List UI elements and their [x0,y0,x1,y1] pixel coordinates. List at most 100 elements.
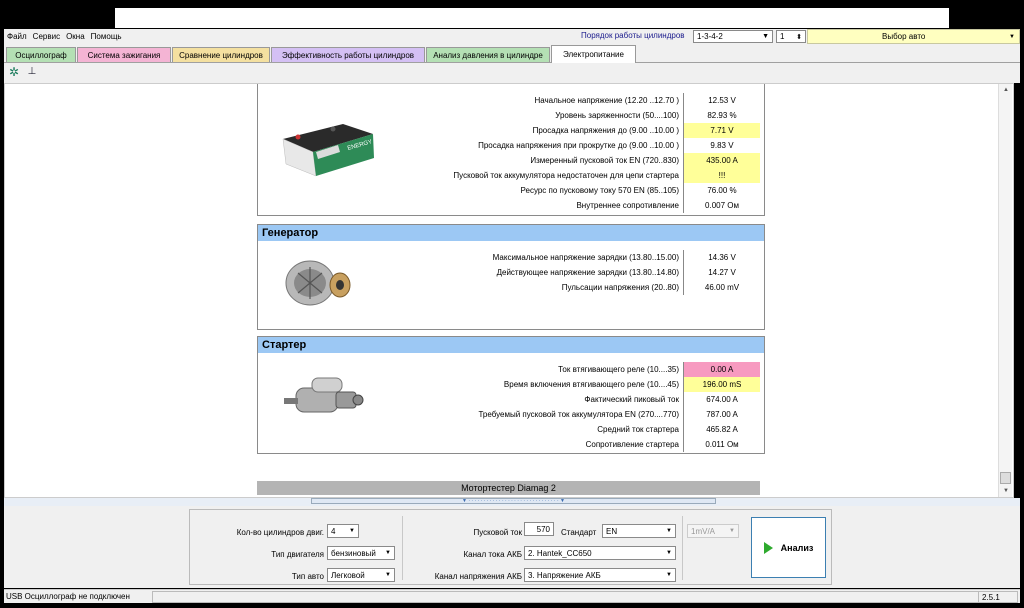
measurement-row: Измеренный пусковой ток EN (720..830) 435… [388,153,760,168]
cylinders-select[interactable]: 4 ▼ [327,524,359,538]
tab-pressure-analysis[interactable]: Анализ давления в цилиндре [426,47,550,62]
status-bar: USB Осциллограф не подключен 2.5.1 [4,589,1020,603]
measurement-value: 7.71 V [684,123,760,138]
menu-service[interactable]: Сервис [30,32,63,41]
voltage-channel-value: 3. Напряжение АКБ [528,570,601,580]
measurement-label: Пульсации напряжения (20..80) [388,280,684,295]
car-select-value: Выбор авто [882,32,926,41]
measurement-value: 9.83 V [710,141,734,150]
analyze-button[interactable]: Анализ [751,517,826,578]
tab-oscilloscope[interactable]: Осциллограф [6,47,76,62]
measurement-label: Начальное напряжение (12.20 ..12.70 ) [388,93,684,108]
measurement-value: 0.007 Ом [705,201,739,210]
measurement-label: Требуемый пусковой ток аккумулятора EN (… [388,407,684,422]
standard-label: Стандарт [561,528,597,537]
status-panel [152,591,982,603]
start-current-input[interactable] [524,522,554,536]
engine-type-value: бензиновый [331,548,376,558]
cylinder-spinner-value: 1 [780,32,785,41]
chevron-down-icon: ▼ [385,550,391,556]
starter-panel: Стартер Ток втягивающего реле (10....35)… [257,336,765,454]
generator-panel: Генератор Максимальное напряжение зарядк… [257,224,765,330]
spin-arrows-icon: ⬍ [796,33,802,41]
report-footer: Мотортестер Diamag 2 [257,481,760,495]
current-channel-value: 2. Hantek_CC650 [528,548,592,558]
measurement-row: Пусковой ток аккумулятора недостаточен д… [388,168,760,183]
measurement-row: Уровень заряженности (50....100) 82.93 % [388,108,760,123]
menu-file[interactable]: Файл [4,32,30,41]
scroll-thumb[interactable] [1000,472,1011,484]
divider [402,516,403,580]
tab-cylinder-compare[interactable]: Сравнение цилиндров [172,47,270,62]
start-current-label: Пусковой ток [473,528,522,537]
measurement-value: 14.36 V [708,253,736,262]
measurement-row: Сопротивление стартера 0.011 Ом [388,437,760,452]
alternator-image [285,260,351,306]
car-type-select[interactable]: Легковой ▼ [327,568,395,582]
chevron-down-icon: ▼ [666,572,672,578]
engine-type-select[interactable]: бензиновый ▼ [327,546,395,560]
tab-label: Электропитание [563,50,624,59]
vertical-scrollbar[interactable]: ▲ ▼ [998,84,1012,497]
chevron-down-icon: ▼ [385,572,391,578]
current-channel-select[interactable]: 2. Hantek_CC650 ▼ [524,546,676,560]
tab-ignition[interactable]: Система зажигания [77,47,171,62]
panel-title: Стартер [258,337,764,353]
cylinder-order-select[interactable]: 1-3-4-2 ▼ [693,30,773,43]
chevron-down-icon: ▼ [1009,33,1015,40]
measurement-label: Максимальное напряжение зарядки (13.80..… [388,250,684,265]
measurement-value: 0.00 A [684,362,760,377]
tab-label: Эффективность работы цилиндров [281,50,415,60]
measurement-value: 196.00 mS [684,377,760,392]
measure-icon[interactable]: ⊥ [25,65,39,79]
scroll-up-icon[interactable]: ▲ [999,84,1013,96]
measurement-row: Время включения втягивающего реле (10...… [388,377,760,392]
measurement-label: Средний ток стартера [388,422,684,437]
tab-cylinder-efficiency[interactable]: Эффективность работы цилиндров [271,47,425,62]
panel-title: Генератор [258,225,764,241]
measurement-value: !!! [684,168,760,183]
network-icon[interactable]: ✲ [7,65,21,79]
measurement-value: 76.00 % [707,186,737,195]
panel-splitter[interactable]: ▼ · · · · · · · · · · · · · · · · · · · … [4,498,1020,506]
cylinder-spinner[interactable]: 1 ⬍ [776,30,806,43]
chevron-down-icon: ▼ [762,33,769,40]
measurement-label: Просадка напряжения до (9.00 ..10.00 ) [388,123,684,138]
cylinders-value: 4 [331,526,336,536]
scroll-down-icon[interactable]: ▼ [999,485,1013,497]
menu-help[interactable]: Помощь [88,32,125,41]
measurement-value: 0.011 Ом [705,440,739,449]
measurement-row: Просадка напряжения до (9.00 ..10.00 ) 7.… [388,123,760,138]
measurement-row: Максимальное напряжение зарядки (13.80..… [388,250,760,265]
measurement-value: 82.93 % [707,111,737,120]
measurement-row: Пульсации напряжения (20..80) 46.00 mV [388,280,760,295]
splitter-handle[interactable]: ▼ · · · · · · · · · · · · · · · · · · · … [311,498,716,504]
measurement-row: Ток втягивающего реле (10....35) 0.00 A [388,362,760,377]
voltage-channel-select[interactable]: 3. Напряжение АКБ ▼ [524,568,676,582]
tab-label: Сравнение цилиндров [179,50,263,60]
menu-bar: Файл Сервис Окна Помощь Порядок работы ц… [4,29,1020,44]
version-label: 2.5.1 [978,591,1018,603]
tab-label: Анализ давления в цилиндре [433,50,543,60]
standard-select[interactable]: EN ▼ [602,524,676,538]
menu-windows[interactable]: Окна [63,32,88,41]
battery-panel: ENERGY Начальное напряжение (12.20 ..12.… [257,84,765,216]
current-channel-label: Канал тока АКБ [463,550,522,559]
measurement-label: Фактический пиковый ток [388,392,684,407]
scale-value: 1mV/A [691,526,716,536]
measurement-row: Просадка напряжения при прокрутке до (9.… [388,138,760,153]
measurement-value: 787.00 A [706,410,738,419]
cylinder-order-label: Порядок работы цилиндров [581,31,685,40]
measurement-label: Пусковой ток аккумулятора недостаточен д… [388,168,684,183]
tab-power-supply[interactable]: Электропитание [551,45,636,63]
measurement-value: 14.27 V [708,268,736,277]
measurement-label: Время включения втягивающего реле (10...… [388,377,684,392]
report-area: ENERGY Начальное напряжение (12.20 ..12.… [4,83,1014,498]
measurement-label: Действующее напряжение зарядки (13.80..1… [388,265,684,280]
measurement-row: Ресурс по пусковому току 570 EN (85..105… [388,183,760,198]
measurement-label: Измеренный пусковой ток EN (720..830) [388,153,684,168]
measurement-row: Действующее напряжение зарядки (13.80..1… [388,265,760,280]
measurement-value: 12.53 V [708,96,736,105]
car-select[interactable]: Выбор авто ▼ [807,29,1020,44]
voltage-channel-label: Канал напряжения АКБ [434,572,522,581]
